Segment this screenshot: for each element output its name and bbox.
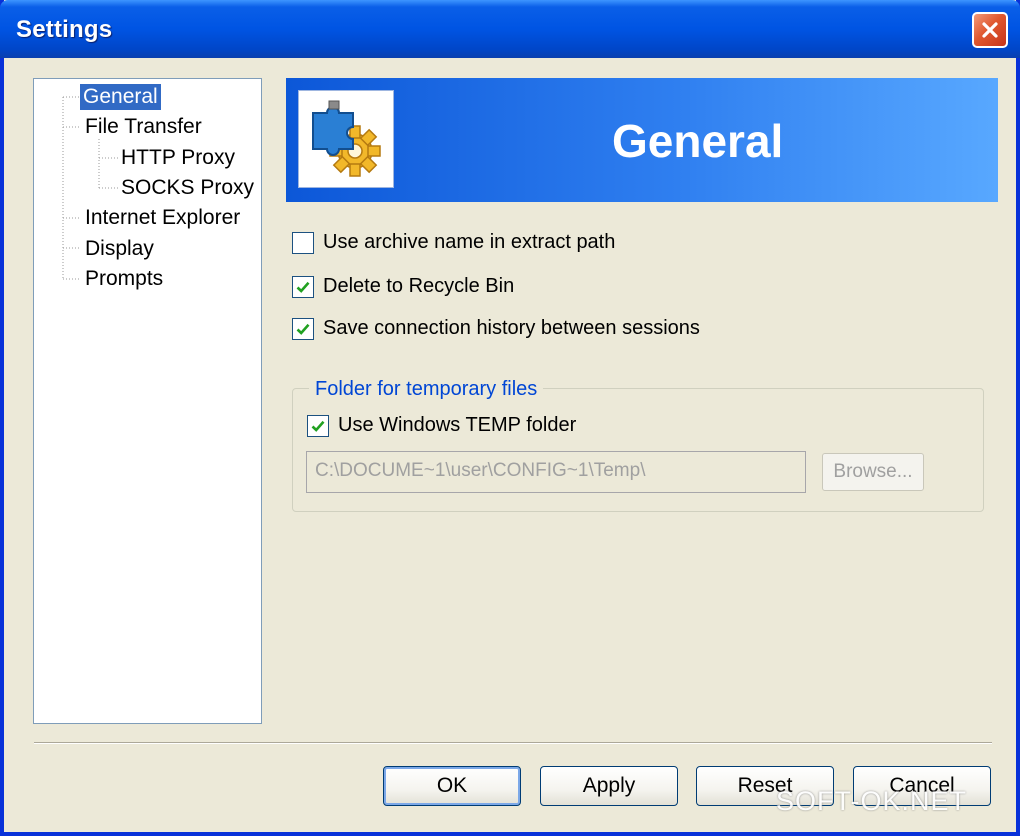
browse-button[interactable]: Browse... xyxy=(822,453,924,491)
temp-folder-group-title: Folder for temporary files xyxy=(309,378,544,401)
save-connection-history-option[interactable]: Save connection history between sessions xyxy=(292,317,700,340)
section-banner: General xyxy=(286,78,998,202)
apply-button[interactable]: Apply xyxy=(540,766,678,806)
title-bar[interactable]: Settings xyxy=(0,0,1020,58)
close-button[interactable] xyxy=(972,12,1008,48)
use-windows-temp-option[interactable]: Use Windows TEMP folder xyxy=(307,414,576,437)
save-connection-history-label: Save connection history between sessions xyxy=(323,317,700,339)
close-icon xyxy=(982,22,998,38)
tree-item-prompts[interactable]: Prompts xyxy=(82,266,166,292)
use-windows-temp-checkbox[interactable] xyxy=(307,414,329,437)
checkmark-icon xyxy=(311,420,325,432)
delete-to-recycle-bin-label: Delete to Recycle Bin xyxy=(323,275,515,297)
delete-to-recycle-bin-option[interactable]: Delete to Recycle Bin xyxy=(292,275,514,298)
tree-item-display[interactable]: Display xyxy=(82,236,157,262)
use-archive-name-label: Use archive name in extract path xyxy=(323,231,616,253)
settings-tree[interactable]: General File Transfer HTTP Proxy SOCKS P… xyxy=(33,78,262,724)
delete-to-recycle-bin-checkbox[interactable] xyxy=(292,275,314,298)
tree-item-general[interactable]: General xyxy=(80,84,161,110)
tree-item-internet-explorer[interactable]: Internet Explorer xyxy=(82,205,243,231)
tree-item-http-proxy[interactable]: HTTP Proxy xyxy=(118,145,238,171)
tree-item-socks-proxy[interactable]: SOCKS Proxy xyxy=(118,175,257,201)
use-windows-temp-label: Use Windows TEMP folder xyxy=(338,414,577,436)
temp-folder-groupbox xyxy=(292,388,984,512)
temp-folder-path-input[interactable]: C:\DOCUME~1\user\CONFIG~1\Temp\ xyxy=(306,451,806,493)
ok-button[interactable]: OK xyxy=(383,766,521,806)
footer-separator xyxy=(34,742,992,744)
watermark: SOFT-OK.NET xyxy=(776,786,968,816)
puzzle-gear-icon xyxy=(312,100,381,177)
use-archive-name-option[interactable]: Use archive name in extract path xyxy=(292,231,615,254)
banner-icon-frame xyxy=(298,90,394,188)
use-archive-name-checkbox[interactable] xyxy=(292,231,314,254)
checkmark-icon xyxy=(296,323,310,335)
save-connection-history-checkbox[interactable] xyxy=(292,317,314,340)
tree-item-file-transfer[interactable]: File Transfer xyxy=(82,114,205,140)
settings-dialog: Settings General File Transfer HTTP Prox xyxy=(0,0,1020,836)
checkmark-icon xyxy=(296,281,310,293)
window-title: Settings xyxy=(16,16,113,43)
banner-title: General xyxy=(612,115,784,167)
